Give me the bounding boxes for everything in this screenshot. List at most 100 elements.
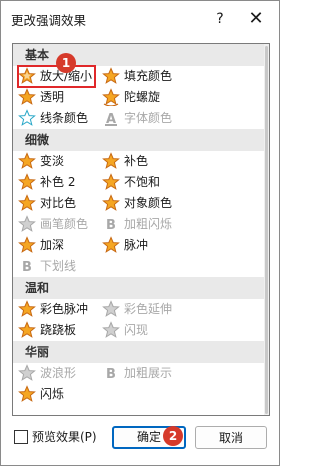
effect-label: 对象颜色	[124, 196, 173, 210]
effect-row: 彩色脉冲 彩色延伸	[13, 299, 265, 320]
complement2-star-icon	[18, 172, 36, 191]
effect-row: 波浪形 B 加粗展示	[13, 363, 265, 384]
effect-item: B 加粗展示	[102, 363, 172, 384]
color-wave-star-icon	[102, 299, 120, 318]
effect-item[interactable]: 透明	[18, 87, 64, 108]
change-emphasis-effect-dialog: 更改强调效果 ? ✕ 基本 放大/缩小 填充颜色 透明 陀螺旋 线条颜色 A 字体颜色 细微 变淡…	[0, 0, 280, 466]
complement-star-icon	[102, 151, 120, 170]
effect-item: 闪现	[102, 320, 148, 341]
effect-label: 波浪形	[40, 366, 77, 380]
effect-item[interactable]: 补色	[102, 151, 148, 172]
svg-text:B: B	[106, 218, 116, 233]
effect-item[interactable]: 放大/缩小	[16, 65, 97, 88]
effect-label: 对比色	[40, 196, 77, 210]
effect-item[interactable]: 闪烁	[18, 384, 64, 405]
effect-label: 闪现	[124, 323, 149, 337]
effect-item[interactable]: 变淡	[18, 151, 64, 172]
effect-row: 放大/缩小 填充颜色	[13, 65, 265, 88]
group-header: 细微	[13, 129, 265, 151]
effect-row: 补色 2 不饱和	[13, 172, 265, 193]
cancel-button[interactable]: 取消	[195, 426, 267, 449]
spin-star-icon	[102, 87, 120, 107]
effect-label: 脉冲	[124, 238, 149, 252]
effect-row: 跷跷板 闪现	[13, 320, 265, 341]
effect-label: 加粗闪烁	[124, 217, 173, 231]
step-badge-2: 2	[163, 426, 183, 446]
desaturate-star-icon	[18, 151, 36, 170]
zoom-star-icon	[18, 66, 36, 85]
preview-checkbox[interactable]: 预览效果(P)	[14, 429, 97, 445]
effect-label: 字体颜色	[124, 111, 173, 125]
fill-color-star-icon	[102, 66, 120, 85]
effect-label: 不饱和	[124, 175, 161, 189]
effects-list[interactable]: 基本 放大/缩小 填充颜色透明 陀螺旋线条颜色 A 字体颜色 细微变淡 补色补色 2 不饱和对比…	[12, 43, 270, 416]
effect-item: B 加粗闪烁	[102, 214, 172, 235]
teeter-star-icon	[18, 320, 36, 339]
preview-checkbox-box[interactable]	[14, 429, 28, 444]
effect-row: 闪烁	[13, 384, 265, 405]
brush-color-star-icon	[18, 214, 36, 233]
effect-item[interactable]: 陀螺旋	[102, 87, 160, 108]
effects-list-content: 基本 放大/缩小 填充颜色透明 陀螺旋线条颜色 A 字体颜色 细微变淡 补色补色 2 不饱和对比…	[13, 44, 265, 405]
preview-label: 预览效果(P)	[32, 430, 97, 444]
group-header: 温和	[13, 277, 265, 299]
flicker-star-icon	[102, 320, 120, 339]
blink-star-icon	[18, 384, 36, 403]
effect-label: 补色 2	[40, 175, 76, 189]
effect-label: 线条颜色	[40, 111, 89, 125]
effect-label: 画笔颜色	[40, 217, 89, 231]
effect-item: 波浪形	[18, 363, 76, 384]
group-header: 基本	[13, 44, 265, 66]
help-button[interactable]: ?	[207, 6, 233, 32]
bold-reveal-icon: B	[102, 364, 120, 382]
effect-item[interactable]: 不饱和	[102, 172, 160, 193]
effect-item[interactable]: 彩色脉冲	[18, 299, 88, 320]
effect-label: 彩色延伸	[124, 302, 173, 316]
effect-item[interactable]: 跷跷板	[18, 320, 76, 341]
effect-item: A 字体颜色	[102, 108, 172, 129]
svg-text:B: B	[106, 367, 116, 382]
effect-label: 彩色脉冲	[40, 302, 89, 316]
scrollbar[interactable]	[264, 44, 269, 415]
step-badge-1: 1	[56, 53, 76, 73]
effect-label: 填充颜色	[124, 69, 173, 83]
effect-item: B 下划线	[18, 256, 76, 277]
effect-item[interactable]: 加深	[18, 235, 64, 256]
underline-icon: B	[18, 257, 36, 275]
unsaturate-star-icon	[102, 172, 120, 191]
scrollbar-thumb[interactable]	[265, 46, 268, 414]
effect-label: 加粗展示	[124, 366, 173, 380]
effect-row: 对比色 对象颜色	[13, 193, 265, 214]
line-color-star-icon	[18, 108, 36, 127]
effect-item: 彩色延伸	[102, 299, 172, 320]
wave-star-icon	[18, 363, 36, 382]
effect-item[interactable]: 填充颜色	[102, 66, 172, 87]
effect-label: 变淡	[40, 154, 65, 168]
pulse-star-icon	[102, 235, 120, 254]
darken-star-icon	[18, 235, 36, 254]
effect-label: 陀螺旋	[124, 90, 161, 104]
bold-flash-icon: B	[102, 215, 120, 233]
close-button[interactable]: ✕	[243, 6, 269, 32]
effect-item[interactable]: 对比色	[18, 193, 76, 214]
contrast-star-icon	[18, 193, 36, 212]
effect-label: 闪烁	[40, 387, 65, 401]
transparency-star-icon	[18, 87, 36, 106]
effect-item[interactable]: 线条颜色	[18, 108, 88, 129]
effect-row: 加深 脉冲	[13, 235, 265, 256]
effect-label: 补色	[124, 154, 149, 168]
dialog-footer: 预览效果(P) 确定 取消	[1, 421, 279, 467]
effect-label: 透明	[40, 90, 65, 104]
dialog-title: 更改强调效果	[11, 13, 87, 28]
effect-row: 变淡 补色	[13, 151, 265, 172]
effect-item[interactable]: 脉冲	[102, 235, 148, 256]
effect-row: 线条颜色 A 字体颜色	[13, 108, 265, 129]
effect-label: 加深	[40, 238, 65, 252]
effect-row: 透明 陀螺旋	[13, 87, 265, 108]
effect-label: 跷跷板	[40, 323, 77, 337]
effect-label: 下划线	[40, 259, 77, 273]
svg-text:B: B	[22, 260, 32, 275]
group-header: 华丽	[13, 341, 265, 363]
effect-item[interactable]: 对象颜色	[102, 193, 172, 214]
effect-item[interactable]: 补色 2	[18, 172, 75, 193]
